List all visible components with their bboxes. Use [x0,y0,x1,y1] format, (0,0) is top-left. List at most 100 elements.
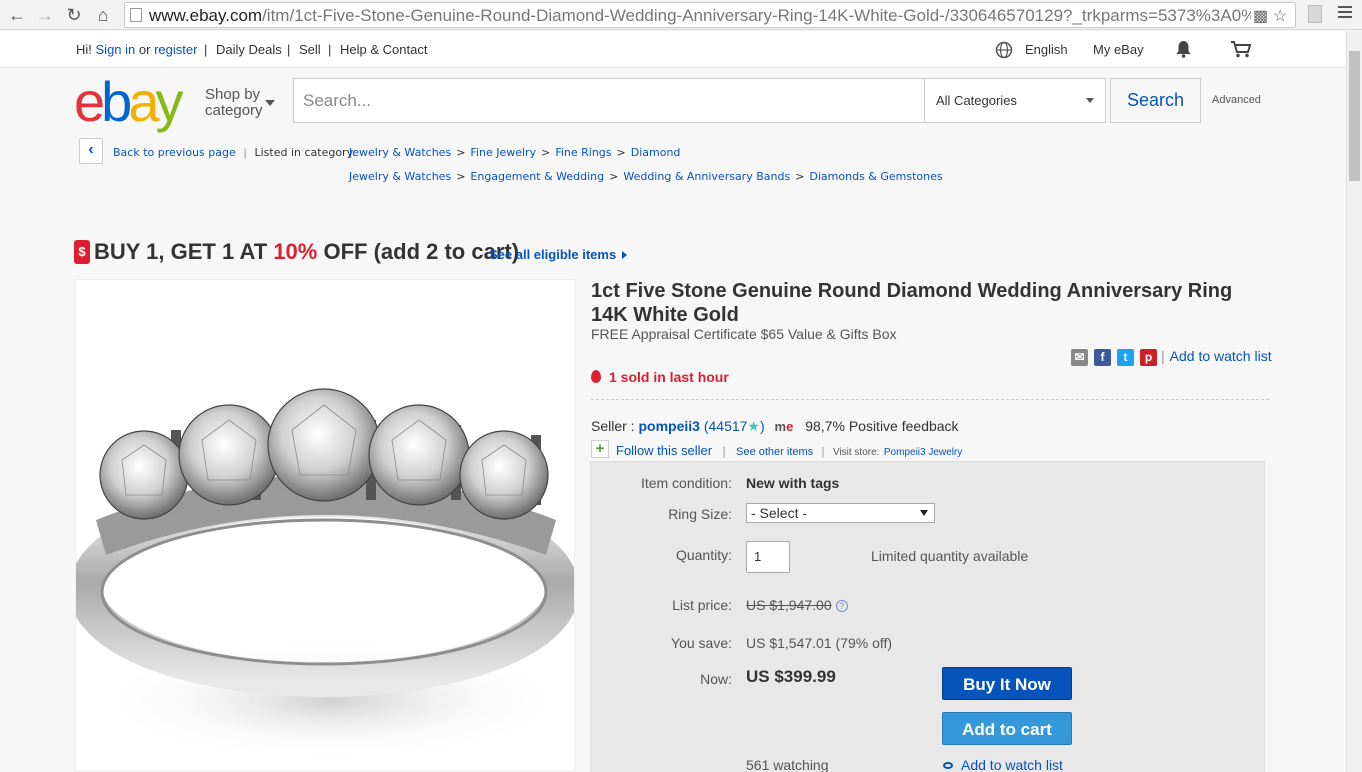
logo-letter-e: e [74,70,105,133]
see-eligible-items-link[interactable]: See all eligible items [489,247,628,262]
divider: | [243,146,247,159]
divider: | [287,42,291,57]
url-path: /itm/1ct-Five-Stone-Genuine-Round-Diamon… [262,6,1251,25]
language-selector[interactable]: English [1025,42,1068,57]
breadcrumb: Jewelry & Watches > Engagement & Wedding > W… [349,170,943,183]
category-select[interactable]: All Categories [924,79,1106,122]
chevron-down-icon[interactable] [265,100,275,106]
breadcrumb-item[interactable]: Jewelry & Watches [349,170,451,183]
divider: | [821,446,825,458]
price-tag-icon: $ [74,240,90,264]
product-title: 1ct Five Stone Genuine Round Diamond Wed… [591,280,1233,326]
seller-links: Follow this seller | See other items | V… [616,442,962,460]
breadcrumb-back: Back to previous page | Listed in catego… [113,146,356,159]
reload-icon[interactable]: ↻ [63,4,85,26]
flame-icon [591,370,601,383]
seller-info: Seller : pompeii3 (44517★) me 98,7% Posi… [591,418,959,435]
extension-icon[interactable] [1308,5,1322,23]
my-ebay-link[interactable]: My eBay [1093,42,1144,57]
logo-letter-b: b [101,70,132,133]
search-button[interactable]: Search [1110,78,1201,123]
sign-in-link[interactable]: Sign in [96,42,136,57]
bookmark-star-icon[interactable]: ☆ [1273,6,1287,26]
sell-link[interactable]: Sell [299,42,321,57]
twitter-share-icon[interactable]: t [1117,349,1134,366]
forward-arrow-icon[interactable]: → [34,4,56,26]
ebay-logo[interactable]: ebay [74,70,183,133]
breadcrumb-item[interactable]: Engagement & Wedding [470,170,604,183]
feedback-score-close: ) [759,418,765,434]
follow-seller-link[interactable]: Follow this seller [616,443,712,458]
see-other-items-link[interactable]: See other items [736,446,813,458]
now-label: Now: [700,671,732,687]
current-price: US $399.99 [746,667,836,686]
register-link[interactable]: register [154,42,197,57]
cart-icon[interactable] [1230,40,1252,61]
home-icon[interactable]: ⌂ [92,4,114,26]
seller-name-link[interactable]: pompeii3 [638,418,699,434]
add-to-watch-list-link[interactable]: | Add to watch list [1161,348,1272,364]
greeting: Hi! [76,42,92,57]
quantity-field[interactable]: 1 [746,541,790,573]
divider: | [722,444,726,458]
help-icon[interactable]: ? [835,600,848,612]
email-share-icon[interactable]: ✉ [1071,349,1088,366]
translate-icon[interactable]: ▩ [1253,6,1268,26]
logo-letter-y: y [155,70,183,133]
breadcrumb-item[interactable]: Fine Jewelry [470,146,536,159]
promo-banner: BUY 1, GET 1 AT 10% OFF (add 2 to cart) [94,239,519,265]
breadcrumb-item[interactable]: Jewelry & Watches [349,146,451,159]
browser-toolbar: ← → ↻ ⌂ www.ebay.com/itm/1ct-Five-Stone-… [0,0,1362,30]
add-to-watch-list-button[interactable]: Add to watch list [943,757,1063,772]
positive-feedback: 98,7% Positive feedback [805,418,959,434]
ring-size-select[interactable]: - Select - [746,503,935,523]
shop-by-line2: category [205,102,263,119]
sold-indicator: 1 sold in last hour [591,369,729,385]
eye-icon [943,762,953,769]
back-to-previous-link[interactable]: Back to previous page [113,146,236,159]
search-input[interactable] [294,79,922,122]
breadcrumb-item[interactable]: Wedding & Anniversary Bands [623,170,790,183]
watch-link-label: Add to watch list [1169,348,1272,364]
condition-label: Item condition: [640,475,732,491]
address-bar[interactable]: www.ebay.com/itm/1ct-Five-Stone-Genuine-… [124,2,1296,28]
plus-icon[interactable]: + [591,440,609,458]
you-save-value: US $1,547.01 (79% off) [746,635,893,651]
dropdown-arrow-icon [920,510,928,516]
or-text: or [138,42,151,57]
shop-by-category-button[interactable]: Shop by category [205,87,263,119]
facebook-share-icon[interactable]: f [1094,349,1111,366]
product-image[interactable] [75,279,575,772]
pinterest-share-icon[interactable]: p [1140,349,1157,366]
chevron-down-icon [1086,98,1094,103]
breadcrumb-item[interactable]: Fine Rings [555,146,611,159]
visit-store-label: Visit store: [832,447,880,458]
buy-it-now-button[interactable]: Buy It Now [942,667,1072,700]
listed-in-label: Listed in category: [254,146,356,159]
breadcrumb-item[interactable]: Diamond [631,146,681,159]
seller-label: Seller : [591,418,635,434]
store-link[interactable]: Pompeii3 Jewelry [884,447,962,458]
divider: | [328,42,332,57]
scrollbar[interactable] [1346,31,1362,772]
me-badge-icon: me [775,419,794,434]
scroll-thumb[interactable] [1349,51,1360,181]
watch-button-label: Add to watch list [961,757,1063,772]
play-arrow-icon [622,251,628,259]
me-badge-m: m [774,419,787,434]
browser-menu-icon[interactable] [1338,6,1352,21]
advanced-search-link[interactable]: Advanced [1212,94,1261,106]
sign-in-area: Hi! Sign in or register [76,42,197,57]
add-to-cart-button[interactable]: Add to cart [942,712,1072,745]
bell-icon[interactable] [1175,40,1192,61]
feedback-score[interactable]: (44517 [704,418,748,434]
back-arrow-icon[interactable]: ← [6,4,28,26]
globe-icon [995,41,1013,62]
breadcrumb-item[interactable]: Diamonds & Gemstones [809,170,942,183]
ring-image [76,388,574,760]
help-contact-link[interactable]: Help & Contact [340,42,427,57]
you-save-label: You save: [671,635,732,651]
search-bar: All Categories [293,78,1106,123]
back-button[interactable]: ‹ [79,138,103,164]
daily-deals-link[interactable]: Daily Deals [216,42,282,57]
